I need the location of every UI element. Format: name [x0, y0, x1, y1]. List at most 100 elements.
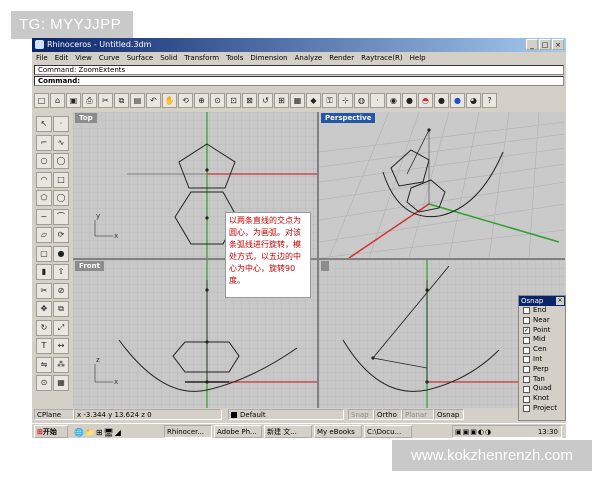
mirror-icon[interactable]: ⇋ — [36, 356, 52, 373]
polyline-icon[interactable]: ⌐ — [36, 134, 52, 151]
open-icon[interactable]: ⌂ — [50, 92, 65, 108]
cut-icon[interactable]: ✂ — [98, 92, 113, 108]
menu-item-transform[interactable]: Transform — [184, 52, 219, 64]
checkbox[interactable] — [523, 336, 530, 344]
maximize-button[interactable]: □ — [539, 39, 551, 50]
lock-icon[interactable]: ⚿ — [322, 92, 337, 108]
sphere-gray-icon[interactable]: ● — [434, 92, 449, 108]
osnap-option-project[interactable]: Project — [519, 404, 565, 414]
question-icon[interactable]: ? — [482, 92, 497, 108]
viewport-label-perspective[interactable]: Perspective — [321, 113, 376, 123]
start-button[interactable]: ⊞开始 — [34, 425, 68, 438]
osnap-option-tan[interactable]: Tan — [519, 375, 565, 385]
save-icon[interactable]: ▣ — [66, 92, 81, 108]
new-icon[interactable]: □ — [34, 92, 49, 108]
trim-icon[interactable]: ✂ — [36, 282, 52, 299]
curve-icon[interactable]: ∿ — [53, 134, 69, 151]
status-ortho[interactable]: Ortho — [374, 409, 402, 420]
menu-item-render[interactable]: Render — [329, 52, 354, 64]
undo-icon[interactable]: ↶ — [146, 92, 161, 108]
undo-view-icon[interactable]: ↺ — [258, 92, 273, 108]
osnap-option-cen[interactable]: Cen — [519, 345, 565, 355]
sphere-blue-icon[interactable]: ● — [450, 92, 465, 108]
pan-icon[interactable]: ✋ — [162, 92, 177, 108]
zoom-extents-icon[interactable]: ⊡ — [226, 92, 241, 108]
viewport-perspective[interactable]: Perspective — [319, 112, 565, 258]
osnap-close-button[interactable]: × — [556, 297, 564, 305]
checkbox[interactable] — [523, 375, 530, 383]
checkbox[interactable] — [523, 356, 530, 364]
zoom-window-icon[interactable]: ⊕ — [194, 92, 209, 108]
task-photoshop[interactable]: Adobe Ph... — [214, 425, 262, 438]
checkbox[interactable] — [523, 346, 530, 354]
paste-icon[interactable]: ▤ — [130, 92, 145, 108]
snap-icon[interactable]: ⊹ — [338, 92, 353, 108]
task-explorer[interactable]: C:\Docu... — [364, 425, 412, 438]
menu-item-raytracer[interactable]: Raytrace(R) — [361, 52, 403, 64]
circle-alt-icon[interactable]: ◯ — [53, 190, 69, 206]
text-icon[interactable]: T — [36, 338, 52, 354]
menu-item-dimension[interactable]: Dimension — [250, 52, 287, 64]
menu-item-surface[interactable]: Surface — [127, 52, 154, 64]
rectangle-icon[interactable]: □ — [53, 171, 69, 188]
free-curve-icon[interactable]: ~ — [36, 208, 52, 225]
checkbox[interactable] — [523, 385, 530, 393]
status-layer[interactable]: Default — [228, 409, 344, 420]
status-osnap[interactable]: Osnap — [434, 409, 464, 420]
circle-icon[interactable]: ○ — [36, 153, 52, 169]
hide-icon[interactable]: ◍ — [354, 92, 369, 108]
menu-item-help[interactable]: Help — [410, 52, 426, 64]
copy-icon[interactable]: ⧉ — [53, 301, 69, 317]
point-icon[interactable]: · — [370, 92, 385, 108]
status-snap[interactable]: Snap — [348, 409, 374, 420]
osnap-option-point[interactable]: ✓ Point — [519, 326, 565, 336]
fillet-icon[interactable]: ⌒ — [53, 208, 69, 225]
checkbox[interactable]: ✓ — [523, 326, 530, 334]
viewport-label-top[interactable]: Top — [75, 113, 97, 123]
four-viewports-icon[interactable]: ⊞ — [274, 92, 289, 108]
checkbox[interactable] — [523, 395, 530, 403]
array-icon[interactable]: ⁂ — [53, 356, 69, 373]
rotate-icon[interactable]: ↻ — [36, 319, 52, 336]
arc-icon[interactable]: ◠ — [36, 171, 52, 188]
viewport-label-right[interactable] — [321, 261, 329, 271]
osnap-option-quad[interactable]: Quad — [519, 384, 565, 394]
checkbox[interactable] — [523, 307, 530, 315]
move-icon[interactable]: ✥ — [36, 301, 52, 317]
status-planar[interactable]: Planar — [402, 409, 434, 420]
quick-launch[interactable]: 🌐📁⊞🖥◢ — [74, 426, 122, 438]
osnap-option-knot[interactable]: Knot — [519, 394, 565, 404]
command-prompt[interactable]: Command: — [34, 76, 564, 86]
render-icon[interactable]: ◉ — [386, 92, 401, 108]
task-new-document[interactable]: 新建 文... — [264, 425, 312, 438]
box-icon[interactable]: ▢ — [36, 245, 52, 262]
rotate-view-icon[interactable]: ⟲ — [178, 92, 193, 108]
minimize-button[interactable]: _ — [526, 39, 538, 50]
checkbox[interactable] — [523, 405, 530, 413]
shade-icon[interactable]: ● — [402, 92, 417, 108]
car-icon[interactable]: ◆ — [306, 92, 321, 108]
copy-icon[interactable]: ⧉ — [114, 92, 129, 108]
menu-item-analyze[interactable]: Analyze — [295, 52, 323, 64]
revolve-icon[interactable]: ⟳ — [53, 227, 69, 243]
grid-icon[interactable]: ▦ — [290, 92, 305, 108]
split-icon[interactable]: ⊘ — [53, 282, 69, 299]
menu-item-edit[interactable]: Edit — [55, 52, 69, 64]
menu-item-view[interactable]: View — [75, 52, 92, 64]
menu-item-tools[interactable]: Tools — [226, 52, 243, 64]
grid-icon[interactable]: ▦ — [53, 375, 69, 391]
ellipse-icon[interactable]: ◯ — [53, 153, 69, 169]
close-button[interactable]: × — [552, 39, 564, 50]
checkbox[interactable] — [523, 317, 530, 325]
menu-item-curve[interactable]: Curve — [99, 52, 120, 64]
osnap-option-int[interactable]: Int — [519, 355, 565, 365]
dimension-icon[interactable]: ↔ — [53, 338, 69, 354]
zoom-dynamic-icon[interactable]: ⊙ — [210, 92, 225, 108]
point-icon[interactable]: · — [53, 116, 69, 132]
menu-item-solid[interactable]: Solid — [160, 52, 177, 64]
tray-icons[interactable]: ▣▣▣◐◑ — [455, 428, 492, 436]
scale-icon[interactable]: ⤢ — [53, 319, 69, 336]
select-arrow-icon[interactable]: ↖ — [36, 116, 52, 132]
task-my-ebooks[interactable]: My eBooks — [314, 425, 362, 438]
sphere-color-icon[interactable]: ◕ — [466, 92, 481, 108]
